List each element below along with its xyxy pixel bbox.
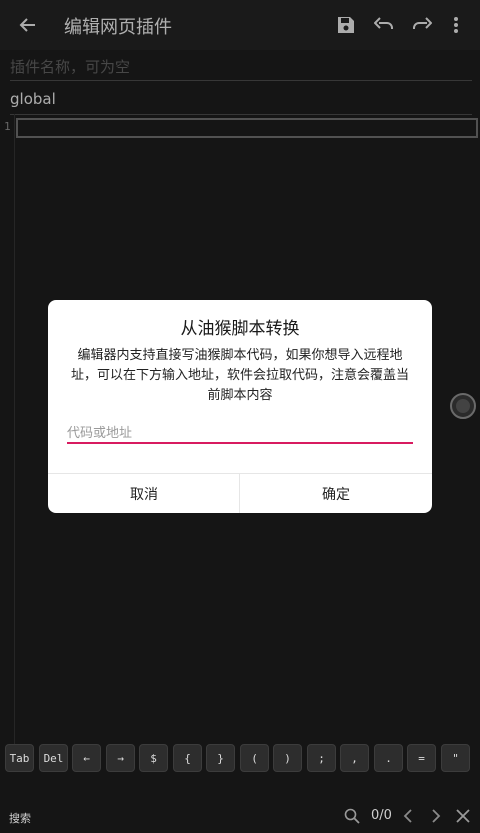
chevron-left-icon[interactable] [398,806,418,826]
key-comma[interactable]: , [340,744,369,772]
key-quote[interactable]: " [441,744,470,772]
search-bar: 搜索 0/0 [0,798,480,833]
key-lparen[interactable]: ( [240,744,269,772]
key-semicolon[interactable]: ; [307,744,336,772]
key-equals[interactable]: = [407,744,436,772]
cancel-button[interactable]: 取消 [48,474,240,513]
key-rparen[interactable]: ) [273,744,302,772]
key-tab[interactable]: Tab [5,744,34,772]
key-dollar[interactable]: $ [139,744,168,772]
dialog-message: 编辑器内支持直接写油猴脚本代码，如果你想导入远程地址，可以在下方输入地址，软件会… [70,348,409,403]
match-count: 0/0 [371,808,392,823]
key-right[interactable]: → [106,744,135,772]
symbol-key-bar: Tab Del ← → $ { } ( ) ; , . = " [0,744,480,774]
code-or-url-placeholder: 代码或地址 [67,426,133,441]
key-left[interactable]: ← [72,744,101,772]
key-dot[interactable]: . [374,744,403,772]
key-del[interactable]: Del [39,744,68,772]
dialog-title: 从油猴脚本转换 [180,319,300,339]
close-icon[interactable] [453,806,473,826]
key-rbrace[interactable]: } [206,744,235,772]
key-lbrace[interactable]: { [173,744,202,772]
search-icon[interactable] [342,806,362,826]
convert-dialog: 从油猴脚本转换 编辑器内支持直接写油猴脚本代码，如果你想导入远程地址，可以在下方… [48,300,432,513]
chevron-right-icon[interactable] [426,806,446,826]
code-or-url-input[interactable]: 代码或地址 [67,420,413,444]
confirm-button[interactable]: 确定 [240,474,432,513]
search-input[interactable]: 搜索 [9,810,31,826]
